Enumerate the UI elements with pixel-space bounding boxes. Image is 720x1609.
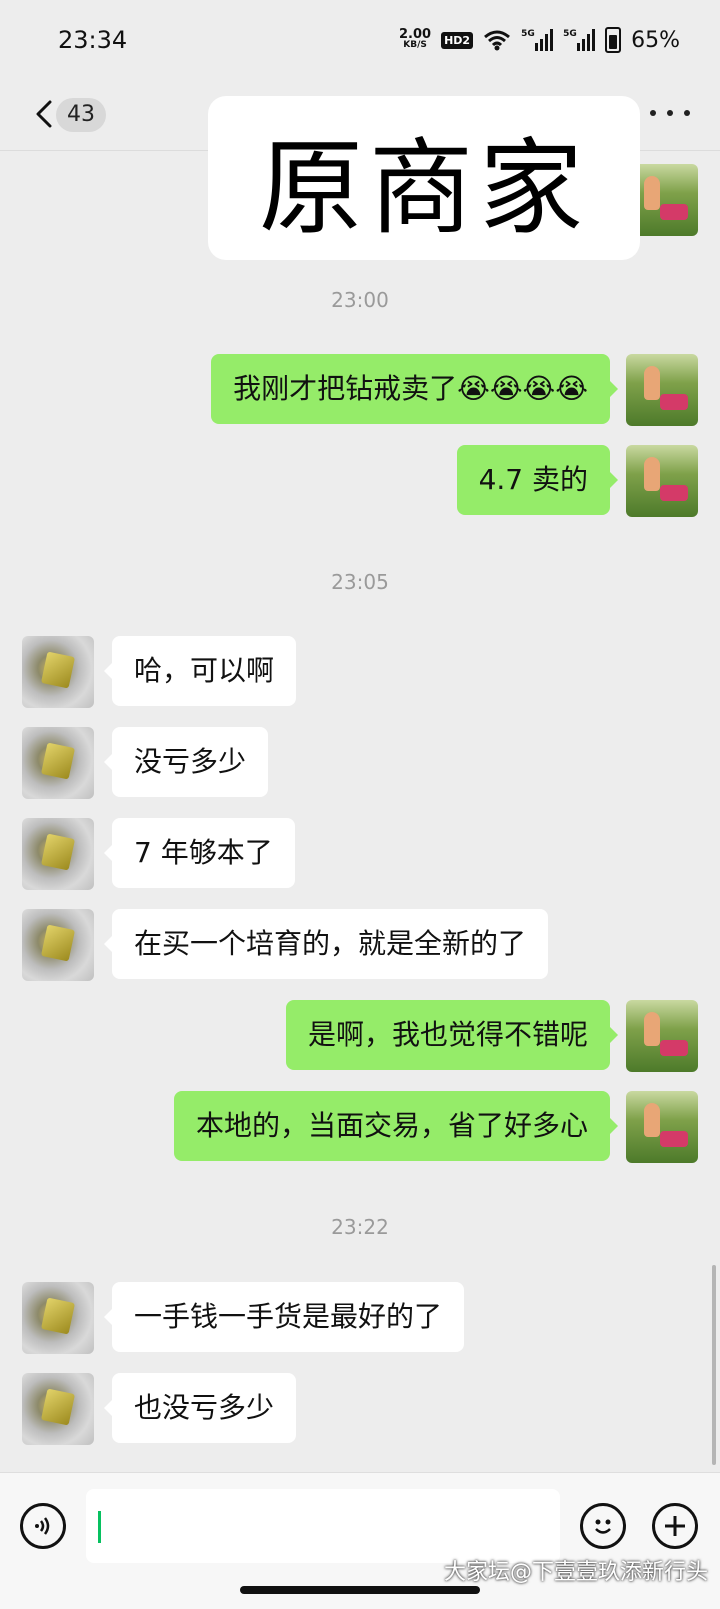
avatar-self[interactable]: [626, 354, 698, 426]
message-bubble-outgoing[interactable]: 4.7 卖的: [456, 445, 619, 515]
message-bubble-incoming[interactable]: 没亏多少: [103, 727, 269, 797]
hd-voice-badge: HD2: [441, 31, 474, 49]
message-bubble-outgoing[interactable]: 本地的，当面交易，省了好多心: [173, 1091, 619, 1161]
home-indicator[interactable]: [240, 1586, 480, 1594]
status-icons: 2.00 KB/S HD2 5G 5G 65%: [399, 22, 680, 58]
chat-scrollbar[interactable]: [712, 1265, 716, 1465]
signal-icon-sim2: 5G: [563, 29, 596, 51]
watermark-text: 大家坛@下壹壹玖添新行头: [443, 1560, 708, 1585]
status-time: 23:34: [58, 26, 128, 54]
message-bubble-incoming[interactable]: 也没亏多少: [103, 1373, 297, 1443]
avatar-self[interactable]: [626, 445, 698, 517]
message-bubble-outgoing[interactable]: 是啊，我也觉得不错呢: [285, 1000, 619, 1070]
unread-count-badge[interactable]: 43: [56, 98, 106, 132]
message-bubble-incoming[interactable]: 在买一个培育的，就是全新的了: [103, 909, 549, 979]
message-bubble-incoming[interactable]: 7 年够本了: [104, 818, 295, 888]
network-speed: 2.00 KB/S: [399, 27, 432, 50]
avatar-self[interactable]: [626, 1091, 698, 1163]
status-bar: 23:34 2.00 KB/S HD2 5G 5G 65%: [0, 0, 720, 80]
avatar-self[interactable]: [626, 1000, 698, 1072]
timestamp: 23:00: [331, 288, 389, 312]
avatar-contact[interactable]: [22, 818, 94, 890]
avatar-contact[interactable]: [22, 727, 94, 799]
battery-percent: 65%: [631, 27, 680, 53]
message-bubble-incoming[interactable]: 一手钱一手货是最好的了: [103, 1282, 465, 1352]
avatar-contact[interactable]: [22, 636, 94, 708]
avatar-contact[interactable]: [22, 1373, 94, 1445]
battery-icon: [605, 27, 622, 53]
plus-icon[interactable]: [652, 1503, 698, 1549]
timestamp: 23:22: [331, 1215, 389, 1239]
wifi-icon: [484, 30, 511, 51]
message-bubble-incoming[interactable]: 哈，可以啊: [103, 636, 297, 706]
avatar-contact[interactable]: [22, 909, 94, 981]
avatar-contact[interactable]: [22, 1282, 94, 1354]
text-caret: [98, 1511, 101, 1543]
emoji-icon[interactable]: [580, 1503, 626, 1549]
signal-icon-sim1: 5G: [521, 29, 554, 51]
message-input[interactable]: [86, 1489, 560, 1563]
timestamp: 23:05: [331, 570, 389, 594]
ellipsis-icon[interactable]: [650, 98, 690, 128]
message-bubble-outgoing[interactable]: 我刚才把钻戒卖了😭😭😭😭: [211, 354, 618, 424]
voice-icon[interactable]: [20, 1503, 66, 1549]
overlay-label: 原商家: [208, 96, 640, 260]
